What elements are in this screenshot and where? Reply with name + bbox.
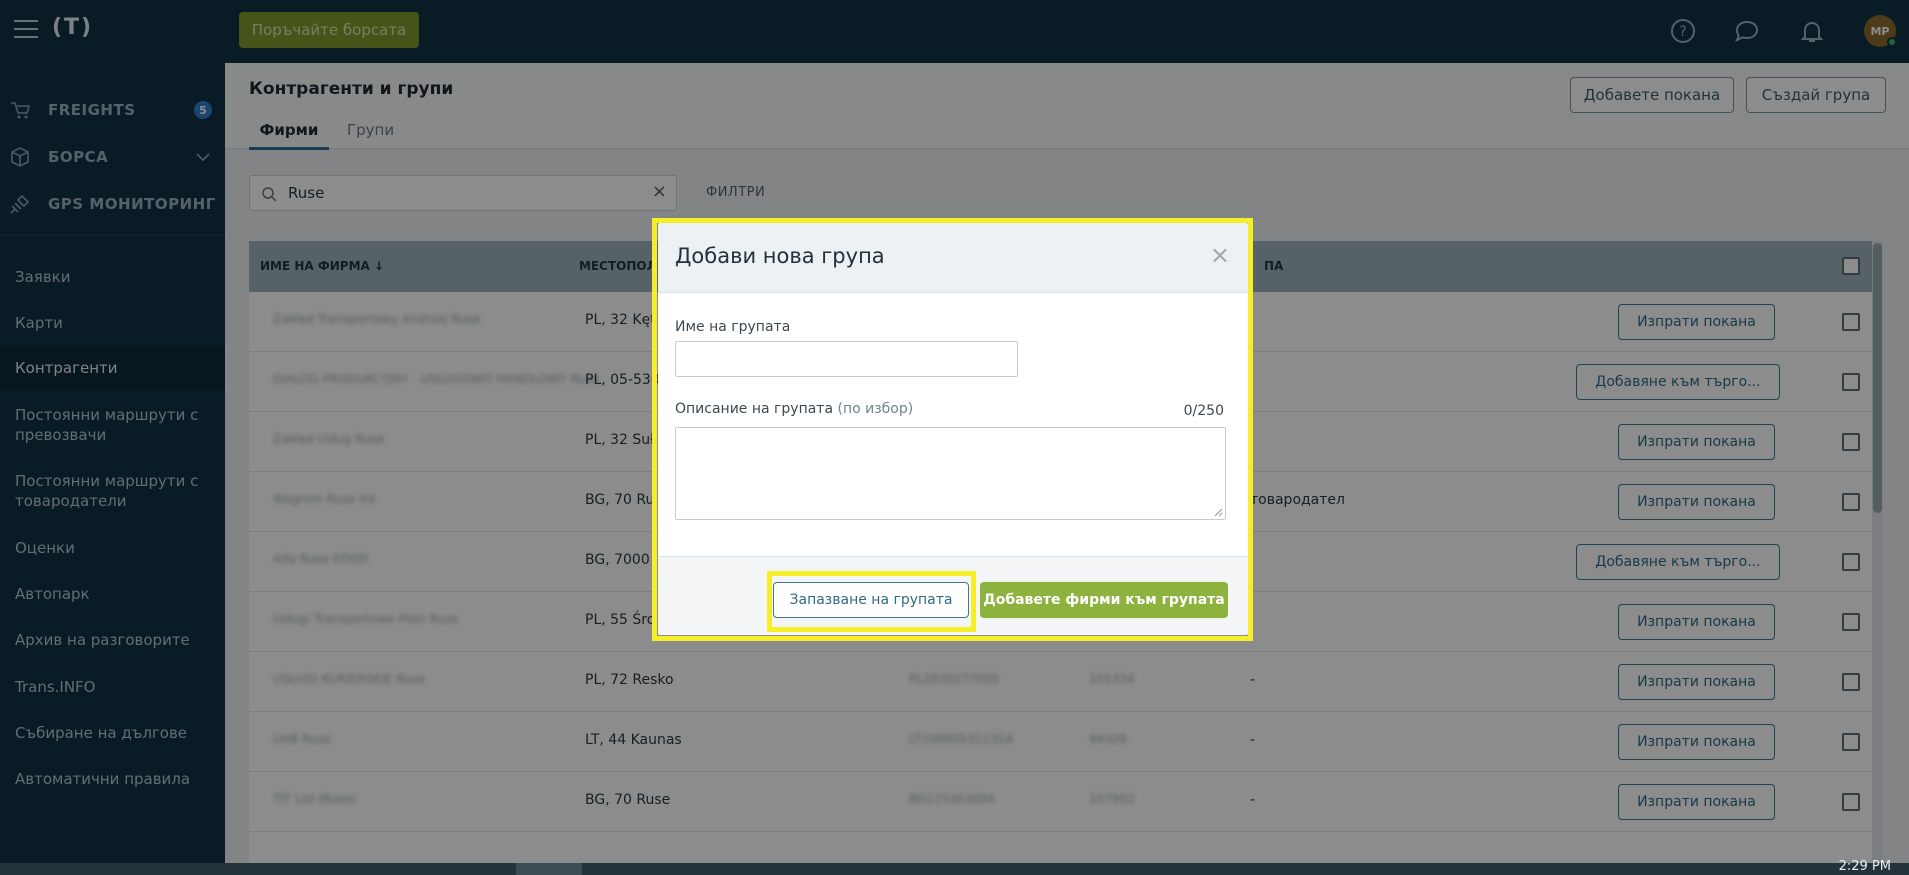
group-description-label: Описание на групата (по избор): [675, 401, 913, 417]
optional-hint: (по избор): [837, 401, 914, 417]
modal-header: Добави нова група ×: [658, 223, 1248, 293]
close-icon[interactable]: ×: [1210, 241, 1230, 269]
app-window: (T) Поръчайте борсата ? MP FREIGHTS 5 БО…: [0, 0, 1909, 875]
group-description-textarea[interactable]: [675, 427, 1226, 520]
os-taskbar: 2:29 PM: [0, 859, 1909, 875]
resize-grip-icon[interactable]: [1213, 507, 1223, 517]
save-button-highlight-frame: [767, 571, 976, 632]
description-label-text: Описание на групата: [675, 401, 834, 417]
group-name-input[interactable]: [675, 341, 1018, 377]
group-name-label: Име на групата: [675, 319, 791, 335]
modal-title: Добави нова група: [675, 244, 885, 268]
taskbar-clock: 2:29 PM: [1838, 859, 1891, 874]
taskbar-app-item[interactable]: [516, 863, 582, 875]
character-counter: 0/250: [1183, 403, 1224, 419]
add-companies-to-group-button[interactable]: Добавете фирми към групата: [980, 582, 1228, 618]
